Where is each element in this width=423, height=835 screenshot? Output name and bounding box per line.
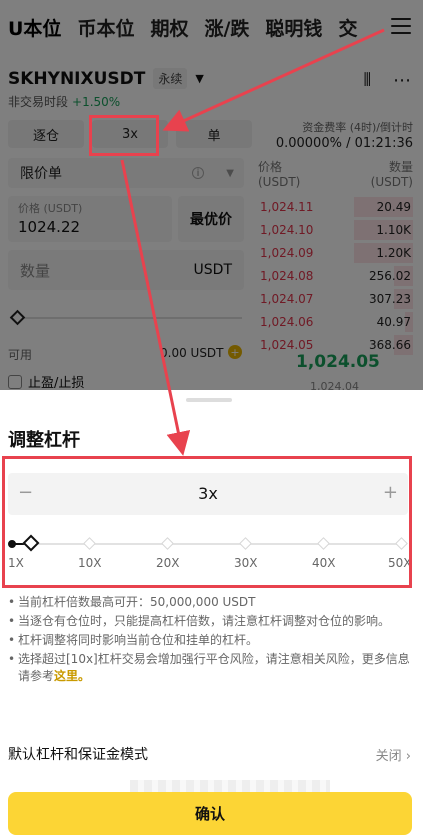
sheet-title: 调整杠杆 <box>8 430 80 451</box>
sheet-drag-handle[interactable] <box>186 398 232 402</box>
note-item: 当前杠杆倍数最高可开：50,000,000 USDT <box>8 594 413 611</box>
leverage-notes: 当前杠杆倍数最高可开：50,000,000 USDT 当逐仓有仓位时，只能提高杠… <box>8 594 413 687</box>
confirm-button[interactable]: 确认 <box>8 792 412 835</box>
dim-overlay[interactable] <box>0 0 423 390</box>
default-leverage-row[interactable]: 默认杠杆和保证金模式 关闭 › <box>8 744 411 768</box>
chevron-right-icon: › <box>405 749 411 764</box>
note-item: 选择超过[10x]杠杆交易会增加强行平仓风险，请注意相关风险，更多信息请参考这里… <box>8 651 413 685</box>
highlight-leverage-panel <box>2 456 412 588</box>
default-leverage-value: 关闭 › <box>375 749 411 764</box>
note-item: 杠杆调整将同时影响当前仓位和挂单的杠杆。 <box>8 632 413 649</box>
note-item: 当逐仓有仓位时，只能提高杠杆倍数，请注意杠杆调整对仓位的影响。 <box>8 613 413 630</box>
highlight-leverage-chip <box>89 115 159 156</box>
default-leverage-label: 默认杠杆和保证金模式 <box>8 747 148 763</box>
blurred-area <box>130 780 330 792</box>
more-info-link[interactable]: 这里。 <box>54 669 90 683</box>
